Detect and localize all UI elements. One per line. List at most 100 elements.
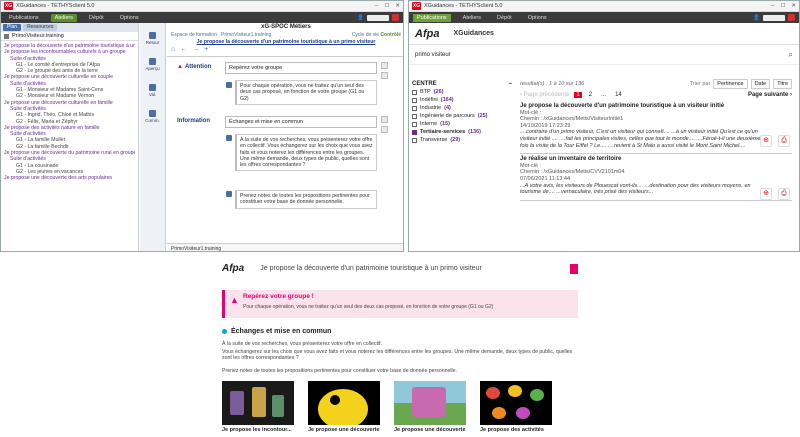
card[interactable]: Je propose une découverte — [308, 381, 380, 433]
facet-checkbox[interactable] — [412, 129, 417, 135]
menu-ateliers[interactable]: Ateliers — [50, 13, 78, 22]
edit-button[interactable] — [381, 72, 388, 79]
facet-item[interactable]: Interne (15) — [412, 120, 512, 128]
afpa-logo[interactable]: Afpa — [222, 263, 244, 274]
training-icon — [4, 33, 9, 39]
bookmark-icon[interactable] — [570, 263, 578, 274]
facet-count: (4) — [444, 105, 451, 111]
doc-file[interactable]: PrimoVisiteur1.training — [221, 32, 271, 38]
page-ellipsis: ... — [601, 92, 607, 98]
facet-checkbox[interactable] — [412, 137, 417, 143]
edit-button[interactable] — [381, 116, 388, 123]
result-excerpt: ....contraire d'un primo visiteur, C'est… — [520, 129, 761, 149]
result-date: 07/06/2021 11:13:44 — [520, 175, 571, 182]
info-title-field[interactable]: Échanges et mise en commun — [225, 116, 377, 128]
facet-item[interactable]: Indéfini (164) — [412, 96, 512, 104]
app-logo: XG — [412, 2, 421, 10]
help-icon[interactable] — [788, 14, 795, 21]
facet-label: Indéfini — [420, 97, 438, 103]
card-caption: Je propose une découverte — [308, 427, 380, 433]
print-icon[interactable]: ⎙ — [778, 188, 790, 201]
menu-depot[interactable]: Dépôt — [493, 14, 516, 22]
tree-section[interactable]: Je propose les incontournables culturels… — [4, 49, 135, 55]
arrow-right-icon[interactable]: → — [192, 46, 199, 53]
menu-options[interactable]: Options — [524, 14, 551, 22]
page-14[interactable]: 14 — [613, 92, 624, 98]
sort-title-button[interactable]: Titre — [773, 78, 792, 89]
home-icon[interactable]: ⌂ — [171, 46, 175, 53]
search-bar[interactable]: primo visiteur ⌕ — [409, 45, 799, 65]
card[interactable]: Je propose des activités — [480, 381, 552, 433]
tree-section[interactable]: Je propose une découverte des arts popul… — [4, 175, 135, 181]
facet-item[interactable]: BTP (26) — [412, 88, 512, 96]
user-icon[interactable]: 👤 — [753, 15, 760, 21]
card-caption: Je propose une découverte — [394, 427, 466, 433]
page-2[interactable]: 2 — [587, 92, 594, 98]
facet-checkbox[interactable] — [412, 89, 417, 95]
tool-label: Val. — [148, 91, 157, 97]
info-note-2[interactable]: Prenez notes de toutes les propositions … — [235, 190, 377, 209]
page-1[interactable]: 1 — [574, 92, 582, 98]
tool-column: Retour Aperçu Val. Comm. — [140, 23, 166, 251]
arrow-left-icon[interactable]: ← — [180, 46, 187, 53]
sort-pertinence-button[interactable]: Pertinence — [713, 78, 748, 89]
user-name-box[interactable] — [763, 14, 785, 21]
search-input[interactable]: primo visiteur — [415, 52, 451, 58]
add-icon[interactable]: + — [204, 46, 208, 53]
menu-depot[interactable]: Dépôt — [85, 14, 108, 22]
facet-item[interactable]: Industrie (4) — [412, 104, 512, 112]
afpa-logo[interactable]: Afpa — [415, 28, 439, 40]
facet-count: (164) — [440, 97, 454, 103]
tab-ressources[interactable]: Ressources — [23, 24, 58, 31]
tool-label: Aperçu — [145, 65, 160, 71]
maximize-icon[interactable]: ☐ — [384, 3, 389, 9]
menu-publications[interactable]: Publications — [413, 13, 451, 22]
prev-page-link[interactable]: ‹ Page précédente — [520, 92, 569, 98]
facet-checkbox[interactable] — [412, 121, 417, 127]
tool-retour[interactable]: Retour — [140, 27, 165, 49]
info-note-1[interactable]: À la suite de vos recherches, vous prése… — [235, 134, 377, 172]
search-icon[interactable]: ⌕ — [789, 50, 793, 60]
tab-plan[interactable]: Plan — [3, 24, 22, 31]
attention-note[interactable]: Pour chaque opération, vous ne traitez q… — [235, 80, 377, 105]
collapse-icon[interactable]: – — [509, 80, 512, 88]
help-icon[interactable] — [392, 14, 399, 21]
minimize-icon[interactable]: ─ — [375, 3, 379, 9]
close-icon[interactable]: ✕ — [791, 3, 796, 9]
print-icon[interactable]: ⎙ — [778, 135, 790, 147]
facet-checkbox[interactable] — [412, 113, 417, 119]
facet-item[interactable]: Transverse (29) — [412, 136, 512, 144]
open-web-icon[interactable]: ⊕ — [760, 188, 772, 201]
tool-comment[interactable]: Comm. — [140, 105, 165, 127]
minimize-icon[interactable]: ─ — [771, 3, 775, 9]
user-name-box[interactable] — [367, 14, 389, 21]
user-icon[interactable]: 👤 — [357, 15, 364, 21]
attention-title-field[interactable]: Repérez votre groupe — [225, 62, 377, 74]
maximize-icon[interactable]: ☐ — [780, 3, 785, 9]
card[interactable]: Je propose une découverte — [394, 381, 466, 433]
result-title[interactable]: Je propose la découverte d'un patrimoine… — [520, 103, 762, 110]
facet-checkbox[interactable] — [412, 97, 417, 103]
edit-button[interactable] — [381, 126, 388, 133]
nav-root[interactable]: PrimoVisiteur.training — [12, 33, 64, 39]
menu-options[interactable]: Options — [116, 14, 143, 22]
next-page-link[interactable]: Page suivante › — [748, 92, 792, 98]
results-panel: résultat(s) : 1 à 10 sur 136 Trier par P… — [520, 78, 792, 252]
tool-validation[interactable]: Val. — [140, 79, 165, 101]
menu-ateliers[interactable]: Ateliers — [459, 14, 485, 22]
facet-checkbox[interactable] — [412, 105, 417, 111]
tool-apercu[interactable]: Aperçu — [140, 53, 165, 75]
facet-item[interactable]: Tertiaire-services (136) — [412, 128, 512, 136]
pagination: ‹ Page précédente 1 2 ... 14 Page suivan… — [520, 89, 792, 101]
card[interactable]: Je propose les incontour... — [222, 381, 294, 433]
open-web-icon[interactable]: ⊕ — [760, 135, 772, 147]
facet-count: (136) — [468, 129, 481, 135]
footer-file[interactable]: PrimoVisiteur1.training — [171, 246, 221, 252]
result-title[interactable]: Je réalise un inventaire de territoire — [520, 156, 762, 163]
edit-button[interactable] — [381, 62, 388, 69]
facet-item[interactable]: Ingénierie de parcours (25) — [412, 112, 512, 120]
close-icon[interactable]: ✕ — [395, 3, 400, 9]
sort-date-button[interactable]: Date — [750, 78, 771, 89]
menu-publications[interactable]: Publications — [5, 14, 43, 22]
chapter-title[interactable]: Je propose la découverte d'un patrimoine… — [171, 39, 401, 45]
